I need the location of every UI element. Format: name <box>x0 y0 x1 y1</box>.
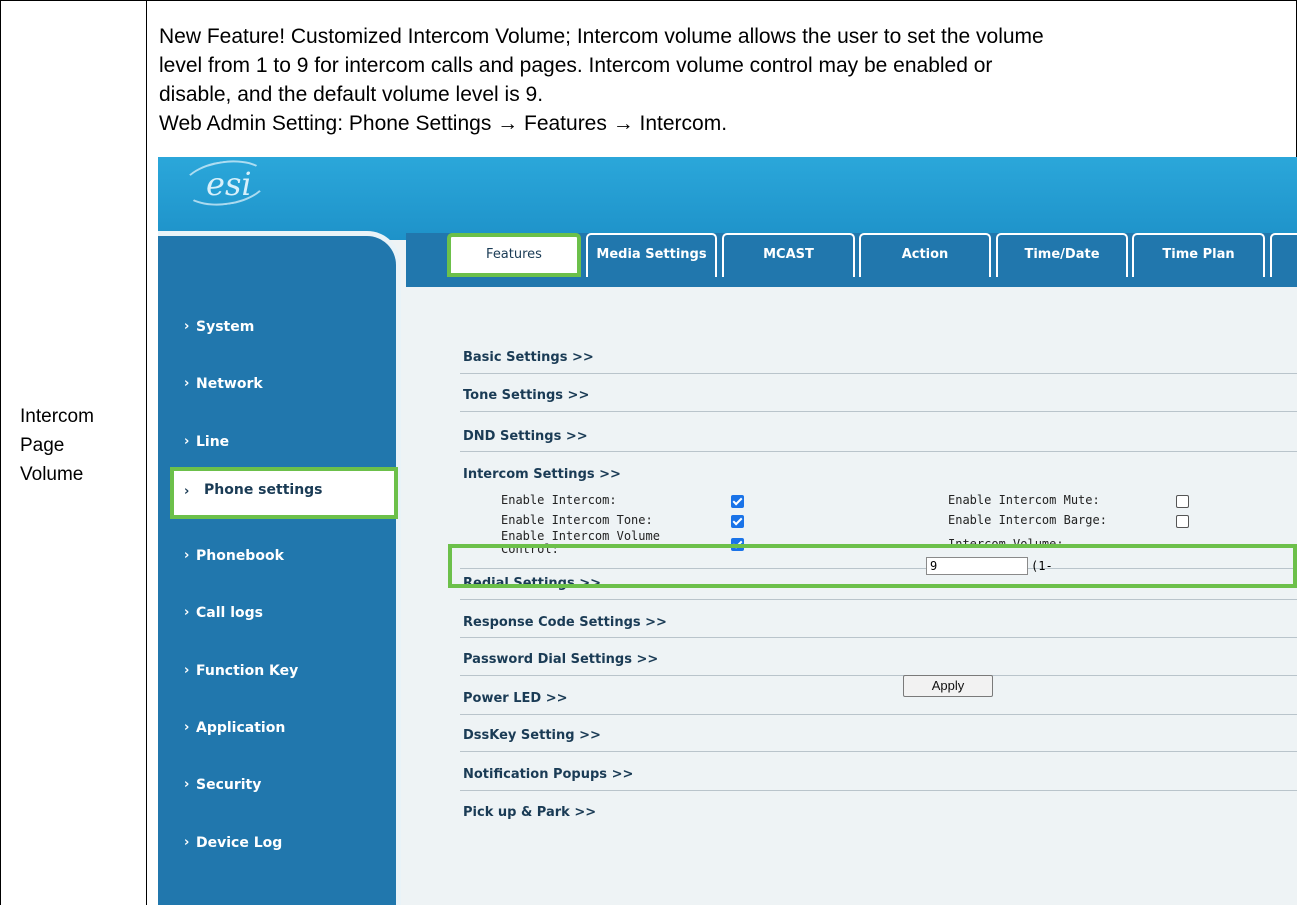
section-password-dial-settings[interactable]: Password Dial Settings >> <box>463 652 658 667</box>
section-power-led[interactable]: Power LED >> <box>463 691 568 706</box>
feature-description: New Feature! Customized Intercom Volume;… <box>159 22 1284 138</box>
volume-control-highlight <box>448 544 1297 588</box>
chevron-right-icon: › <box>184 835 190 850</box>
description-line: disable, and the default volume level is… <box>159 83 544 106</box>
section-intercom-settings[interactable]: Intercom Settings >> <box>463 467 621 482</box>
sidebar-item-phone-settings[interactable]: › Phone settings <box>170 467 398 519</box>
section-divider <box>460 373 1297 374</box>
chevron-right-icon: › <box>184 484 190 499</box>
tab-action[interactable]: Action <box>859 233 991 277</box>
section-basic-settings[interactable]: Basic Settings >> <box>463 350 594 365</box>
tab-media-settings[interactable]: Media Settings <box>586 233 717 277</box>
web-admin-screenshot: esi Features Media Settings MCAST Action… <box>158 157 1297 905</box>
tab-time-date[interactable]: Time/Date <box>996 233 1128 277</box>
section-divider <box>460 714 1297 715</box>
sidebar-item-application[interactable]: › Application <box>158 707 396 751</box>
row-label: Intercom Page Volume <box>20 402 145 489</box>
row-label-line: Intercom <box>20 406 94 427</box>
enable-intercom-barge-checkbox[interactable] <box>1176 515 1189 528</box>
section-divider <box>460 675 1297 676</box>
chevron-right-icon: › <box>184 434 190 449</box>
enable-intercom-barge-label: Enable Intercom Barge: <box>948 513 1107 527</box>
table-border-left <box>0 0 1 905</box>
chevron-right-icon: › <box>184 548 190 563</box>
table-column-divider <box>146 0 147 905</box>
section-divider <box>460 637 1297 638</box>
section-notification-popups[interactable]: Notification Popups >> <box>463 767 633 782</box>
section-divider <box>460 411 1297 412</box>
section-dnd-settings[interactable]: DND Settings >> <box>463 429 588 444</box>
sidebar-item-function-key[interactable]: › Function Key <box>158 650 396 694</box>
description-line: Web Admin Setting: Phone Settings → Feat… <box>159 112 728 135</box>
section-divider <box>460 790 1297 791</box>
tab-more[interactable] <box>1270 233 1297 277</box>
sidebar-item-line[interactable]: › Line <box>158 421 396 465</box>
row-label-line: Page <box>20 435 65 456</box>
logo-text: esi <box>206 165 252 203</box>
enable-intercom-mute-label: Enable Intercom Mute: <box>948 493 1100 507</box>
chevron-right-icon: › <box>184 605 190 620</box>
enable-intercom-tone-label: Enable Intercom Tone: <box>501 513 653 527</box>
sidebar-item-network[interactable]: › Network <box>158 363 396 407</box>
apply-button[interactable]: Apply <box>903 675 993 697</box>
description-line: New Feature! Customized Intercom Volume;… <box>159 25 1044 48</box>
section-response-code-settings[interactable]: Response Code Settings >> <box>463 615 667 630</box>
sidebar: › System › Network › Line › Phone settings ›… <box>158 231 401 905</box>
header-bar: esi <box>158 157 1297 240</box>
chevron-right-icon: › <box>184 376 190 391</box>
section-dsskey-setting[interactable]: DssKey Setting >> <box>463 728 601 743</box>
chevron-right-icon: › <box>184 777 190 792</box>
enable-intercom-tone-checkbox[interactable] <box>731 515 744 528</box>
sidebar-item-call-logs[interactable]: › Call logs <box>158 592 396 636</box>
tab-mcast[interactable]: MCAST <box>722 233 855 277</box>
chevron-right-icon: › <box>184 663 190 678</box>
section-pick-up-park[interactable]: Pick up & Park >> <box>463 805 596 820</box>
tab-features[interactable]: Features <box>447 233 581 277</box>
section-divider <box>460 599 1297 600</box>
description-line: level from 1 to 9 for intercom calls and… <box>159 54 993 77</box>
sidebar-item-device-log[interactable]: › Device Log <box>158 822 396 866</box>
chevron-right-icon: › <box>184 319 190 334</box>
section-tone-settings[interactable]: Tone Settings >> <box>463 388 589 403</box>
features-panel: Basic Settings >> Tone Settings >> DND S… <box>406 287 1297 905</box>
enable-intercom-checkbox[interactable] <box>731 495 744 508</box>
table-border-top <box>0 0 1297 1</box>
enable-intercom-label: Enable Intercom: <box>501 493 617 507</box>
section-divider <box>460 751 1297 752</box>
section-divider <box>460 451 1297 452</box>
chevron-right-icon: › <box>184 720 190 735</box>
sidebar-item-phonebook[interactable]: › Phonebook <box>158 535 396 579</box>
tab-time-plan[interactable]: Time Plan <box>1132 233 1265 277</box>
sidebar-item-security[interactable]: › Security <box>158 764 396 808</box>
enable-intercom-mute-checkbox[interactable] <box>1176 495 1189 508</box>
sidebar-item-system[interactable]: › System <box>158 306 396 350</box>
esi-logo: esi <box>179 157 272 211</box>
row-label-line: Volume <box>20 464 84 485</box>
